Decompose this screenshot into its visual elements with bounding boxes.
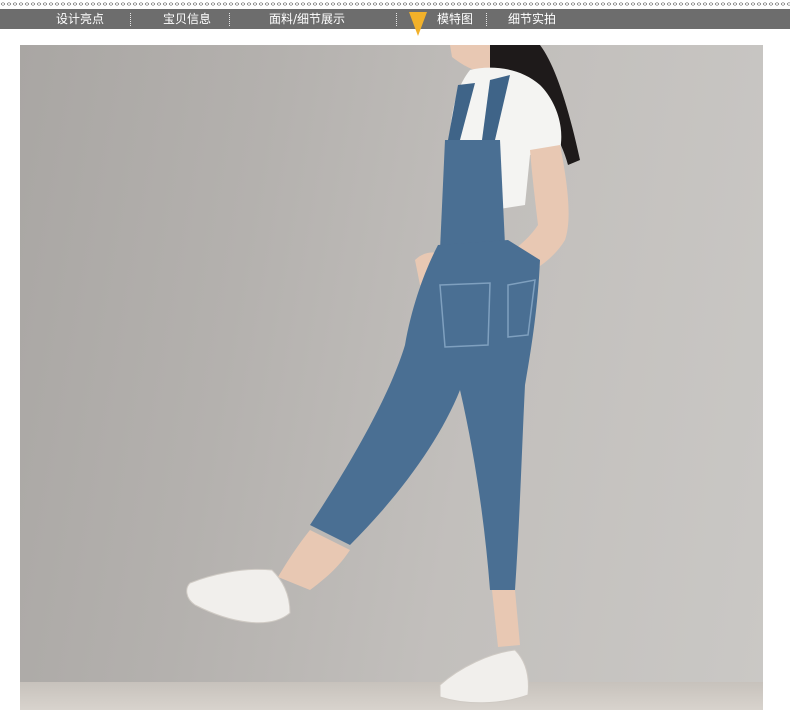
overall-bib	[440, 140, 505, 250]
leg	[492, 590, 520, 647]
nav-item-product-info[interactable]: 宝贝信息	[163, 9, 211, 29]
face	[450, 45, 490, 72]
sneaker	[439, 649, 529, 704]
overall-pants	[310, 240, 540, 590]
section-nav-bar: 设计亮点 宝贝信息 面料/细节展示 模特图 细节实拍	[0, 9, 790, 29]
nav-separator	[486, 13, 487, 26]
nav-separator	[396, 13, 397, 26]
nav-separator	[229, 13, 230, 26]
chain-border-decoration	[0, 1, 790, 7]
model-figure	[186, 45, 580, 704]
nav-item-model-photos[interactable]: 模特图	[437, 9, 473, 29]
sneaker	[186, 568, 291, 624]
nav-separator	[130, 13, 131, 26]
model-photo	[20, 45, 763, 710]
active-section-marker-icon	[409, 12, 427, 36]
nav-item-design-highlights[interactable]: 设计亮点	[56, 9, 104, 29]
nav-item-fabric-details[interactable]: 面料/细节展示	[269, 9, 345, 29]
nav-item-detail-shots[interactable]: 细节实拍	[508, 9, 556, 29]
